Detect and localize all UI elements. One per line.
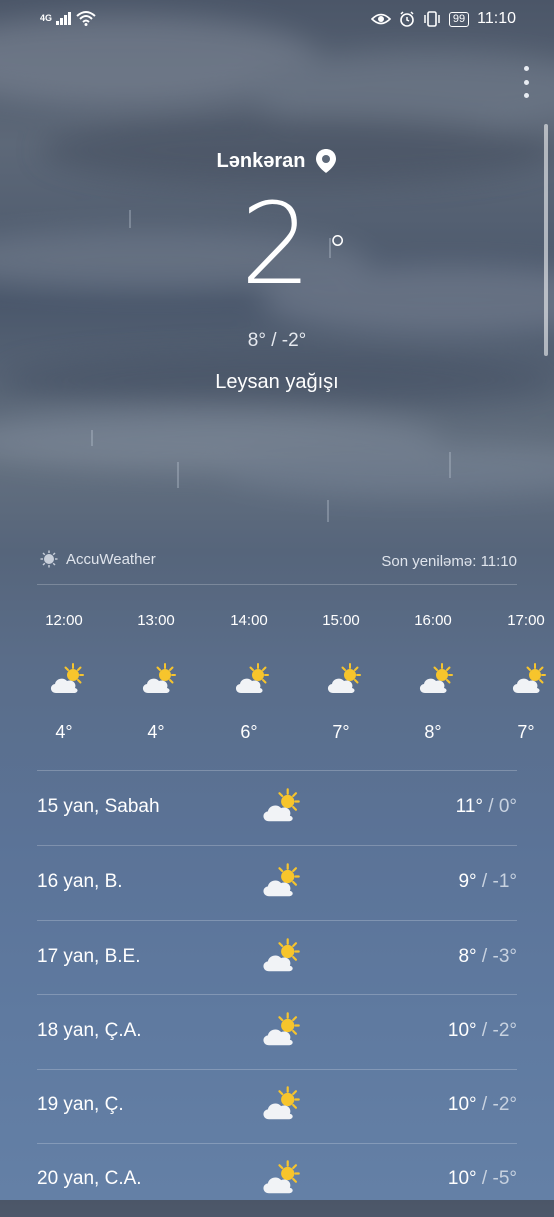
wifi-icon (76, 11, 96, 26)
day-temps: 10° / -2° (448, 1094, 517, 1116)
weather-condition: Leysan yağışı (215, 371, 339, 393)
daily-row[interactable]: 16 yan, B. 9° / -1° (0, 846, 554, 920)
hour-time: 13:00 (137, 612, 175, 629)
status-right: 99 11:10 (370, 10, 516, 28)
day-high: 10° (447, 1168, 477, 1189)
day-low: / -2° (476, 1020, 517, 1041)
partly-sunny-icon (415, 660, 455, 700)
partly-sunny-icon (258, 935, 302, 979)
hour-temp: 8° (424, 722, 442, 742)
status-left: 4G (40, 10, 96, 26)
day-temps: 9° / -1° (458, 871, 517, 893)
day-label: 19 yan, Ç. (37, 1094, 124, 1115)
day-label: 15 yan, Sabah (37, 796, 160, 817)
day-label: 20 yan, C.A. (37, 1168, 142, 1189)
day-high: 10° (447, 1094, 477, 1115)
battery-indicator: 99 (448, 11, 470, 27)
day-high: 8° (458, 946, 477, 967)
day-label: 16 yan, B. (37, 871, 123, 892)
daily-row[interactable]: 15 yan, Sabah 11° / 0° (0, 771, 554, 845)
provider-name: AccuWeather (66, 550, 156, 568)
accuweather-sun-icon (40, 550, 58, 568)
hourly-forecast[interactable]: 12:00 4° 13:00 4° 14:00 6° 15:00 7° 16:0… (0, 600, 554, 760)
hour-time: 12:00 (45, 612, 83, 629)
daily-row[interactable]: 19 yan, Ç. 10° / -2° (0, 1069, 554, 1143)
current-temperature: 2 ° (240, 180, 347, 310)
location-pin-icon (316, 149, 337, 173)
location-row[interactable]: Lənkəran (0, 148, 554, 174)
signal-icon (56, 12, 72, 25)
daily-row[interactable]: 17 yan, B.E. 8° / -3° (0, 921, 554, 995)
city-name: Lənkəran (216, 149, 306, 172)
current-temp-container: 2 ° (0, 180, 554, 310)
status-bar: 4G 99 11:10 (0, 0, 554, 38)
partly-sunny-icon (508, 660, 548, 700)
daily-row[interactable]: 20 yan, C.A. 10° / -5° (0, 1143, 554, 1217)
partly-sunny-icon (258, 860, 302, 904)
hour-time: 15:00 (322, 612, 360, 629)
hour-temp: 4° (55, 722, 73, 742)
network-type: 4G (40, 13, 53, 23)
partly-sunny-icon (258, 1009, 302, 1053)
day-low: / -2° (476, 1094, 517, 1115)
hour-time: 17:00 (507, 612, 545, 629)
divider (37, 584, 517, 585)
degree-symbol: ° (327, 228, 350, 274)
provider-link[interactable]: AccuWeather (40, 550, 156, 568)
day-temps: 11° / 0° (456, 796, 517, 818)
hour-time: 14:00 (230, 612, 268, 629)
partly-sunny-icon (231, 660, 271, 700)
high-low-temp: 8° / -2° (247, 330, 307, 351)
day-low: / 0° (482, 796, 517, 817)
hour-temp: 4° (147, 722, 165, 742)
last-updated: Son yeniləmə: 11:10 (381, 553, 517, 570)
day-high: 10° (447, 1020, 477, 1041)
day-temps: 10° / -2° (448, 1020, 517, 1042)
partly-sunny-icon (323, 660, 363, 700)
day-temps: 10° / -5° (448, 1168, 517, 1190)
partly-sunny-icon (138, 660, 178, 700)
day-label: 18 yan, Ç.A. (37, 1020, 142, 1041)
hour-temp: 7° (517, 722, 535, 742)
alarm-icon (400, 11, 414, 27)
day-low: / -3° (476, 946, 517, 967)
more-options-icon[interactable] (518, 66, 534, 98)
partly-sunny-icon (258, 1157, 302, 1201)
eye-icon (370, 13, 391, 25)
day-temps: 8° / -3° (458, 946, 517, 968)
clock: 11:10 (477, 10, 516, 27)
partly-sunny-icon (258, 1083, 302, 1127)
hour-temp: 6° (240, 722, 258, 742)
partly-sunny-icon (46, 660, 86, 700)
hour-time: 16:00 (414, 612, 452, 629)
day-low: / -5° (476, 1168, 517, 1189)
day-low: / -1° (476, 871, 517, 892)
day-label: 17 yan, B.E. (37, 946, 141, 967)
daily-row[interactable]: 18 yan, Ç.A. 10° / -2° (0, 995, 554, 1069)
hour-temp: 7° (332, 722, 350, 742)
day-high: 9° (458, 871, 477, 892)
partly-sunny-icon (258, 785, 302, 829)
day-high: 11° (455, 796, 483, 817)
vibrate-icon (424, 11, 440, 27)
